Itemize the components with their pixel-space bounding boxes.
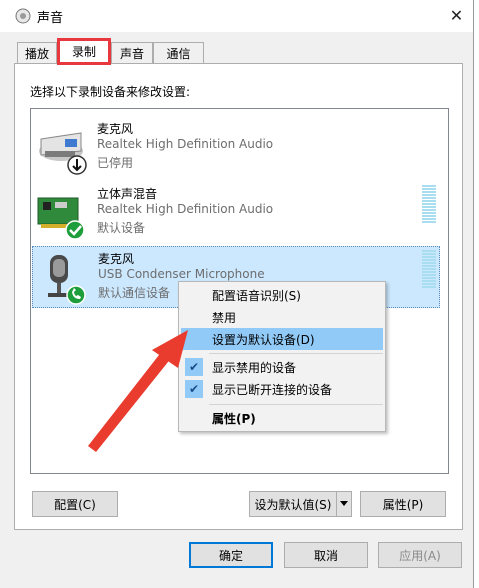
menu-item-properties[interactable]: 属性(P) xyxy=(181,407,383,429)
device-status: 默认设备 xyxy=(97,221,146,235)
menu-item-show-disconnected[interactable]: ✔ 显示已断开连接的设备 xyxy=(181,378,383,400)
set-default-dropdown[interactable] xyxy=(336,491,352,517)
device-name: 立体声混音 xyxy=(97,187,158,201)
chevron-down-icon xyxy=(340,501,348,506)
device-item[interactable]: 立体声混音 Realtek High Definition Audio 默认设备 xyxy=(32,182,440,244)
sound-dialog: 声音 ✕ 播放 录制 声音 通信 选择以下录制设备来修改设置: 麦克风 Real… xyxy=(0,0,474,588)
checkmark-icon: ✔ xyxy=(185,358,203,376)
level-meter xyxy=(422,250,436,288)
apply-button[interactable]: 应用(A) xyxy=(378,542,462,568)
cancel-button[interactable]: 取消 xyxy=(284,542,368,568)
window-title: 声音 xyxy=(37,11,64,26)
instruction-label: 选择以下录制设备来修改设置: xyxy=(30,85,191,99)
menu-item-label: 显示禁用的设备 xyxy=(212,360,297,375)
menu-item-set-default[interactable]: 设置为默认设备(D) xyxy=(181,328,383,350)
tab-sounds[interactable]: 声音 xyxy=(111,42,153,64)
tab-recording[interactable]: 录制 xyxy=(57,38,111,65)
device-item[interactable]: 麦克风 Realtek High Definition Audio 已停用 xyxy=(32,117,440,179)
level-meter xyxy=(422,185,436,223)
sound-card-icon xyxy=(37,197,85,240)
set-default-button[interactable]: 设为默认值(S) xyxy=(249,491,337,517)
menu-separator xyxy=(209,353,383,354)
menu-item-disable[interactable]: 禁用 xyxy=(181,306,383,328)
background-window-edge xyxy=(474,0,479,588)
menu-separator xyxy=(209,404,383,405)
configure-button[interactable]: 配置(C) xyxy=(32,491,118,517)
context-menu: 配置语音识别(S) 禁用 设置为默认设备(D) ✔ 显示禁用的设备 ✔ 显示已断… xyxy=(178,281,386,432)
checkmark-icon: ✔ xyxy=(185,380,203,398)
device-name: 麦克风 xyxy=(97,122,134,136)
speaker-icon xyxy=(15,8,31,24)
usb-microphone-icon xyxy=(48,255,86,305)
tab-playback[interactable]: 播放 xyxy=(17,42,57,64)
device-name: 麦克风 xyxy=(98,252,135,266)
menu-item-label: 显示已断开连接的设备 xyxy=(212,382,333,397)
properties-button[interactable]: 属性(P) xyxy=(360,491,446,517)
device-driver: Realtek High Definition Audio xyxy=(97,137,274,151)
device-status: 已停用 xyxy=(97,156,134,170)
microphone-disabled-icon xyxy=(39,132,87,175)
title-bar: 声音 ✕ xyxy=(0,0,473,32)
device-status: 默认通信设备 xyxy=(98,286,171,300)
tab-communications[interactable]: 通信 xyxy=(153,42,204,64)
close-button[interactable]: ✕ xyxy=(440,0,473,31)
ok-button[interactable]: 确定 xyxy=(189,542,273,568)
menu-item-show-disabled[interactable]: ✔ 显示禁用的设备 xyxy=(181,356,383,378)
device-driver: Realtek High Definition Audio xyxy=(97,202,274,216)
device-driver: USB Condenser Microphone xyxy=(98,267,265,281)
menu-item-configure-speech[interactable]: 配置语音识别(S) xyxy=(181,284,383,306)
